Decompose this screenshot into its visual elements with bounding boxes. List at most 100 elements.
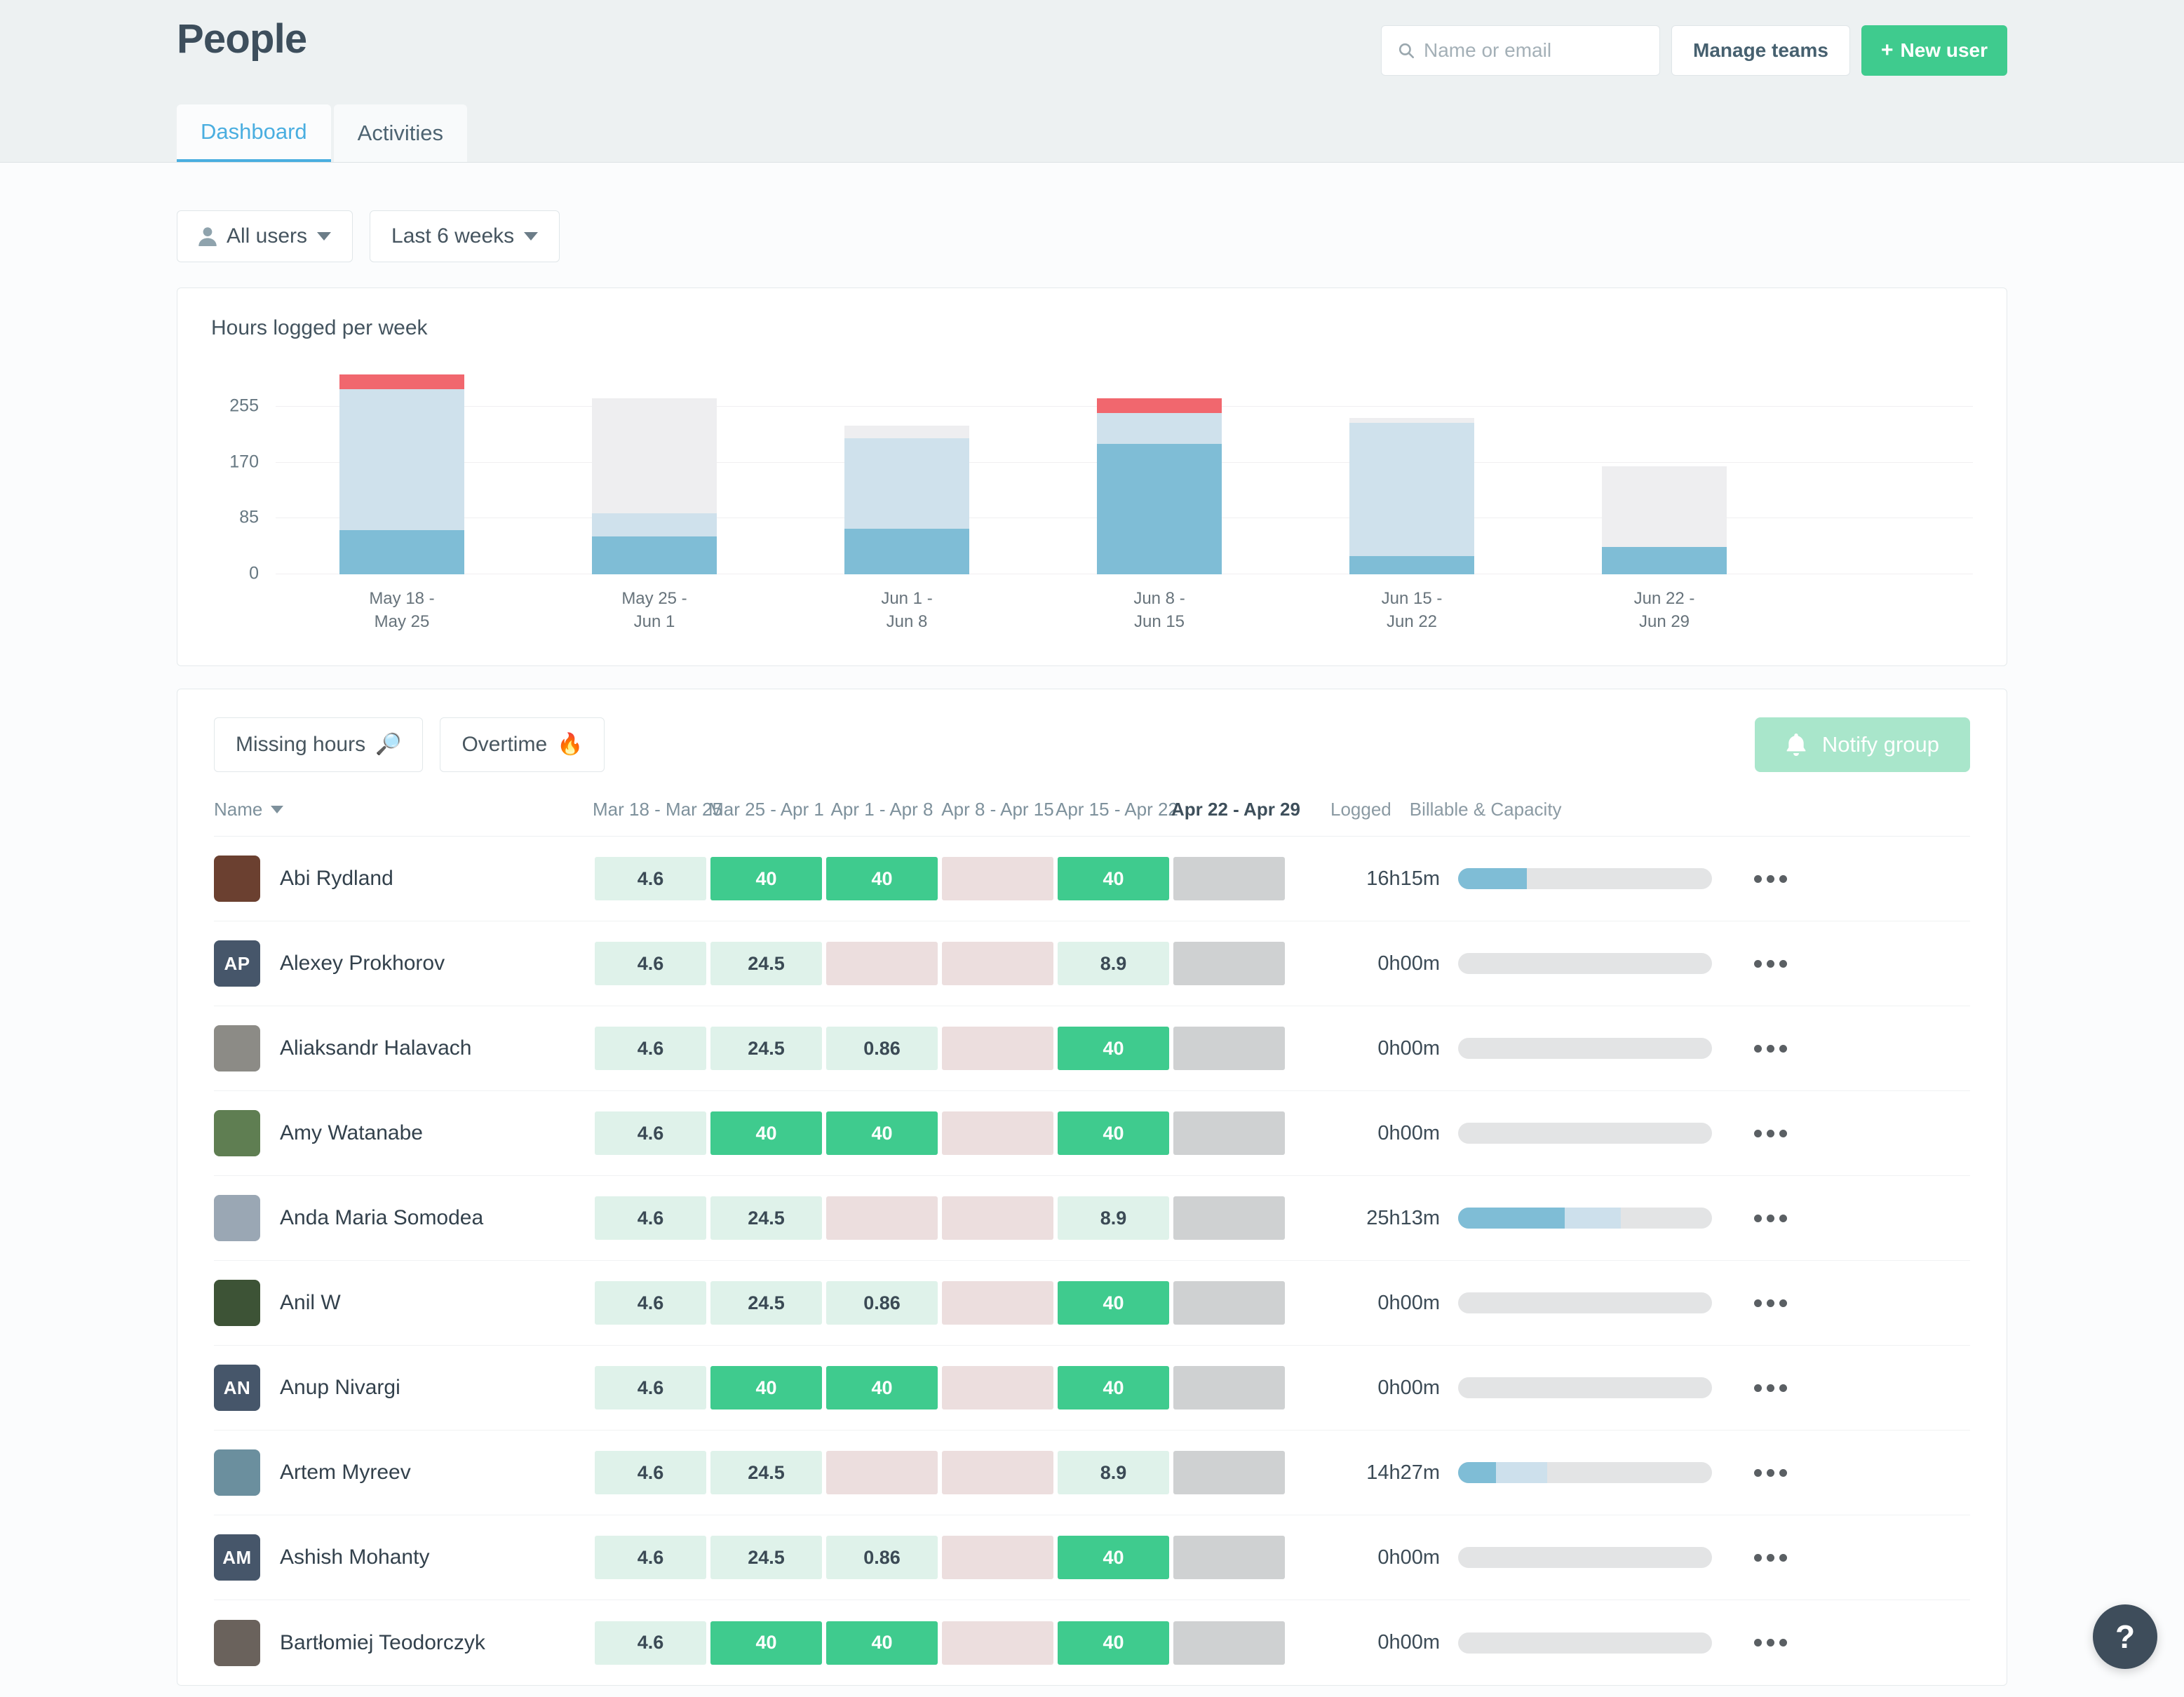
week-cell-5[interactable]: 40 [1058, 857, 1169, 900]
chart-bar-slot[interactable]: Jun 22 -Jun 29 [1538, 371, 1791, 574]
avatar[interactable] [214, 856, 260, 902]
avatar[interactable]: AM [214, 1534, 260, 1581]
chart-bar[interactable] [592, 371, 717, 574]
chart-bar-slot[interactable]: May 18 -May 25 [276, 371, 528, 574]
table-row[interactable]: Bartłomiej Teodorczyk4.64040400h00m [214, 1600, 1970, 1685]
week-cell-4[interactable] [942, 942, 1053, 985]
week-cell-2[interactable]: 40 [710, 1621, 822, 1665]
week-cell-3[interactable]: 40 [826, 1111, 938, 1155]
week-cell-2[interactable]: 24.5 [710, 942, 822, 985]
chart-bar[interactable] [844, 371, 969, 574]
week-cell-3[interactable] [826, 1196, 938, 1240]
week-cell-2[interactable]: 40 [710, 857, 822, 900]
week-cell-5[interactable]: 40 [1058, 1366, 1169, 1409]
table-row[interactable]: AMAshish Mohanty4.624.50.86400h00m [214, 1515, 1970, 1600]
week-cell-2[interactable]: 24.5 [710, 1196, 822, 1240]
week-cell-4[interactable] [942, 1027, 1053, 1070]
column-header-week-3[interactable]: Apr 1 - Apr 8 [824, 799, 940, 820]
week-cell-5[interactable]: 40 [1058, 1027, 1169, 1070]
person-name[interactable]: Anda Maria Somodea [280, 1206, 483, 1230]
week-cell-2[interactable]: 24.5 [710, 1451, 822, 1494]
week-cell-4[interactable] [942, 1281, 1053, 1325]
week-cell-4[interactable] [942, 1111, 1053, 1155]
week-cell-3[interactable] [826, 942, 938, 985]
week-cell-5[interactable]: 8.9 [1058, 942, 1169, 985]
row-menu-icon[interactable] [1754, 1045, 1787, 1053]
week-cell-6[interactable] [1173, 1027, 1285, 1070]
new-user-button[interactable]: + New user [1861, 25, 2007, 76]
week-cell-1[interactable]: 4.6 [595, 1621, 706, 1665]
help-button[interactable]: ? [2093, 1604, 2157, 1669]
week-cell-6[interactable] [1173, 1281, 1285, 1325]
column-header-week-4[interactable]: Apr 8 - Apr 15 [940, 799, 1056, 820]
chart-bar-slot[interactable]: May 25 -Jun 1 [528, 371, 781, 574]
row-menu-icon[interactable] [1754, 1384, 1787, 1392]
week-cell-5[interactable]: 40 [1058, 1621, 1169, 1665]
tab-dashboard[interactable]: Dashboard [177, 104, 331, 162]
week-cell-1[interactable]: 4.6 [595, 1111, 706, 1155]
week-cell-6[interactable] [1173, 857, 1285, 900]
row-menu-icon[interactable] [1754, 1469, 1787, 1477]
notify-group-button[interactable]: Notify group [1755, 717, 1970, 772]
column-header-week-2[interactable]: Mar 25 - Apr 1 [708, 799, 824, 820]
week-cell-1[interactable]: 4.6 [595, 1536, 706, 1579]
person-name[interactable]: Alexey Prokhorov [280, 952, 445, 975]
week-cell-5[interactable]: 8.9 [1058, 1196, 1169, 1240]
table-row[interactable]: Aliaksandr Halavach4.624.50.86400h00m [214, 1006, 1970, 1091]
week-cell-4[interactable] [942, 857, 1053, 900]
manage-teams-button[interactable]: Manage teams [1671, 25, 1850, 76]
person-name[interactable]: Anup Nivargi [280, 1376, 400, 1400]
table-row[interactable]: Anda Maria Somodea4.624.58.925h13m [214, 1176, 1970, 1261]
tab-activities[interactable]: Activities [334, 104, 467, 162]
week-cell-2[interactable]: 40 [710, 1111, 822, 1155]
row-menu-icon[interactable] [1754, 1215, 1787, 1222]
week-cell-3[interactable]: 0.86 [826, 1281, 938, 1325]
week-cell-3[interactable]: 0.86 [826, 1536, 938, 1579]
avatar[interactable] [214, 1620, 260, 1666]
chart-bar[interactable] [1349, 371, 1474, 574]
week-cell-3[interactable]: 40 [826, 1366, 938, 1409]
person-name[interactable]: Amy Watanabe [280, 1121, 423, 1145]
avatar[interactable]: AP [214, 940, 260, 987]
person-name[interactable]: Abi Rydland [280, 867, 393, 891]
week-cell-2[interactable]: 24.5 [710, 1027, 822, 1070]
filter-date-range[interactable]: Last 6 weeks [370, 210, 560, 262]
week-cell-5[interactable]: 8.9 [1058, 1451, 1169, 1494]
week-cell-6[interactable] [1173, 1196, 1285, 1240]
person-name[interactable]: Anil W [280, 1291, 341, 1315]
table-row[interactable]: Amy Watanabe4.64040400h00m [214, 1091, 1970, 1176]
avatar[interactable] [214, 1449, 260, 1496]
week-cell-4[interactable] [942, 1196, 1053, 1240]
week-cell-5[interactable]: 40 [1058, 1536, 1169, 1579]
table-row[interactable]: APAlexey Prokhorov4.624.58.90h00m [214, 921, 1970, 1006]
chart-bar[interactable] [1097, 371, 1222, 574]
week-cell-5[interactable]: 40 [1058, 1111, 1169, 1155]
column-header-week-5[interactable]: Apr 15 - Apr 22 [1056, 799, 1171, 820]
search-input[interactable] [1424, 39, 1644, 62]
row-menu-icon[interactable] [1754, 1130, 1787, 1137]
person-name[interactable]: Aliaksandr Halavach [280, 1036, 471, 1060]
avatar[interactable] [214, 1025, 260, 1071]
week-cell-2[interactable]: 24.5 [710, 1281, 822, 1325]
missing-hours-filter[interactable]: Missing hours 🔎 [214, 717, 423, 772]
week-cell-6[interactable] [1173, 942, 1285, 985]
table-row[interactable]: ANAnup Nivargi4.64040400h00m [214, 1346, 1970, 1431]
chart-bar-slot[interactable]: Jun 1 -Jun 8 [781, 371, 1033, 574]
row-menu-icon[interactable] [1754, 875, 1787, 883]
table-row[interactable]: Anil W4.624.50.86400h00m [214, 1261, 1970, 1346]
week-cell-6[interactable] [1173, 1621, 1285, 1665]
overtime-filter[interactable]: Overtime 🔥 [440, 717, 605, 772]
chart-bar[interactable] [339, 371, 464, 574]
week-cell-4[interactable] [942, 1451, 1053, 1494]
column-header-week-6[interactable]: Apr 22 - Apr 29 [1171, 799, 1287, 820]
week-cell-3[interactable]: 40 [826, 1621, 938, 1665]
avatar[interactable] [214, 1110, 260, 1156]
week-cell-1[interactable]: 4.6 [595, 1027, 706, 1070]
column-header-week-1[interactable]: Mar 18 - Mar 25 [593, 799, 708, 820]
week-cell-3[interactable] [826, 1451, 938, 1494]
chart-bar[interactable] [1602, 371, 1727, 574]
week-cell-6[interactable] [1173, 1536, 1285, 1579]
week-cell-5[interactable]: 40 [1058, 1281, 1169, 1325]
week-cell-4[interactable] [942, 1366, 1053, 1409]
row-menu-icon[interactable] [1754, 1299, 1787, 1307]
